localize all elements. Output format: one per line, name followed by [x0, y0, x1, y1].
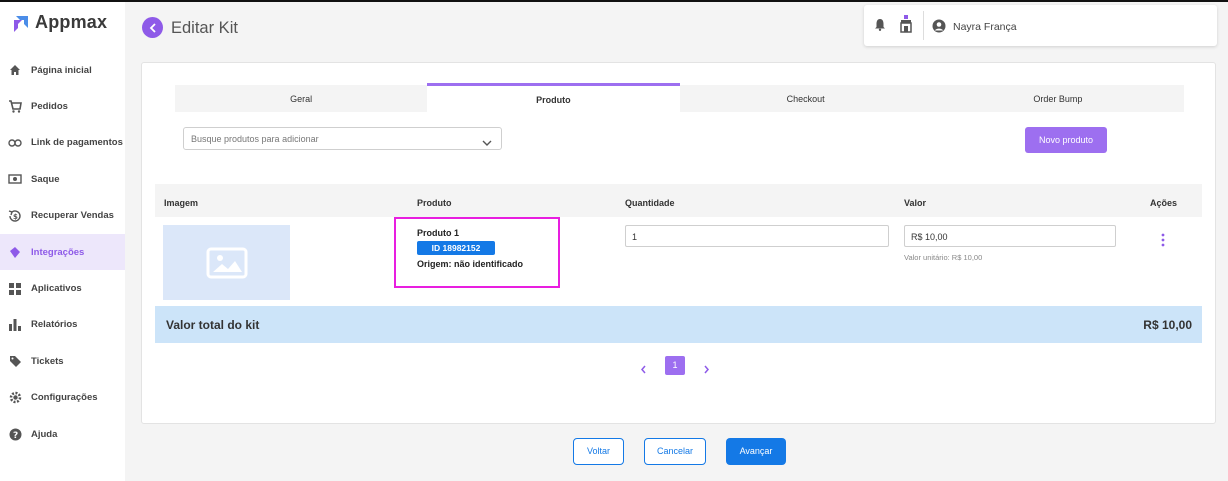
- bar-chart-icon: [8, 318, 22, 332]
- user-toolbar: Nayra França: [864, 5, 1217, 46]
- gear-icon: [8, 391, 22, 405]
- header-quantity: Quantidade: [625, 198, 675, 208]
- sidebar-item-tickets[interactable]: Tickets: [0, 343, 125, 379]
- sidebar: Appmax Página inicial Pedidos Link de pa…: [0, 2, 125, 481]
- kit-editor-card: Geral Produto Checkout Order Bump Busque…: [141, 62, 1216, 424]
- ticket-icon: [8, 354, 22, 368]
- header-image: Imagem: [164, 198, 199, 208]
- unit-value-hint: Valor unitário: R$ 10,00: [904, 253, 983, 262]
- sidebar-item-label: Saque: [31, 173, 60, 185]
- total-label: Valor total do kit: [166, 318, 260, 332]
- sidebar-item-configuracoes[interactable]: Configurações: [0, 380, 125, 416]
- header-product: Produto: [417, 198, 452, 208]
- value-amount: R$ 10,00: [911, 232, 948, 242]
- cash-icon: [8, 172, 22, 186]
- sidebar-item-label: Configurações: [31, 392, 98, 404]
- tab-bar: Geral Produto Checkout Order Bump: [175, 83, 1184, 112]
- tab-order-bump[interactable]: Order Bump: [932, 85, 1184, 112]
- sidebar-item-label: Integrações: [31, 246, 85, 258]
- search-placeholder: Busque produtos para adicionar: [191, 134, 319, 144]
- highlight-box: [394, 217, 560, 288]
- back-footer-button[interactable]: Voltar: [573, 438, 624, 465]
- svg-text:$: $: [13, 213, 18, 221]
- total-value: R$ 10,00: [1143, 318, 1192, 332]
- sidebar-item-pagina-inicial[interactable]: Página inicial: [0, 52, 125, 88]
- store-icon[interactable]: [900, 15, 912, 39]
- sidebar-item-label: Relatórios: [31, 319, 78, 331]
- tab-checkout[interactable]: Checkout: [680, 85, 932, 112]
- sidebar-item-label: Link de pagamentos: [31, 137, 123, 149]
- image-icon: [206, 247, 247, 278]
- header-actions: Ações: [1150, 198, 1178, 208]
- quantity-input[interactable]: 1: [625, 225, 889, 247]
- svg-text:?: ?: [13, 431, 18, 441]
- avatar-icon[interactable]: [932, 19, 946, 38]
- tab-geral[interactable]: Geral: [175, 85, 427, 112]
- sidebar-item-label: Página inicial: [31, 64, 92, 76]
- cancel-button[interactable]: Cancelar: [644, 438, 706, 465]
- user-name[interactable]: Nayra França: [953, 21, 1017, 33]
- divider: [923, 11, 924, 40]
- sidebar-item-label: Ajuda: [31, 428, 58, 440]
- kit-total-bar: Valor total do kit R$ 10,00: [155, 306, 1202, 343]
- back-button[interactable]: [142, 17, 163, 38]
- home-icon: [8, 63, 22, 77]
- bell-icon[interactable]: [874, 18, 886, 36]
- product-search-select[interactable]: Busque produtos para adicionar: [183, 127, 502, 150]
- new-product-button[interactable]: Novo produto: [1025, 127, 1107, 153]
- sidebar-item-recuperar-vendas[interactable]: $ Recuperar Vendas: [0, 198, 125, 234]
- help-icon: ?: [8, 427, 22, 441]
- link-icon: [8, 136, 22, 150]
- sidebar-item-aplicativos[interactable]: Aplicativos: [0, 270, 125, 306]
- page-title: Editar Kit: [171, 19, 238, 37]
- cart-icon: [8, 100, 22, 114]
- puzzle-icon: [8, 245, 22, 259]
- sidebar-item-label: Tickets: [31, 355, 64, 367]
- tab-produto[interactable]: Produto: [427, 83, 680, 112]
- chevron-down-icon: [482, 134, 492, 152]
- sidebar-item-relatorios[interactable]: Relatórios: [0, 307, 125, 343]
- sidebar-item-label: Pedidos: [31, 101, 68, 113]
- pagination-next-icon[interactable]: [703, 361, 710, 379]
- table-header: Imagem Produto Quantidade Valor Ações: [155, 184, 1202, 217]
- quantity-value: 1: [632, 232, 638, 242]
- pagination-page[interactable]: 1: [665, 356, 685, 375]
- chevron-left-icon: [149, 22, 156, 33]
- app-name: Appmax: [35, 12, 108, 32]
- sidebar-item-pedidos[interactable]: Pedidos: [0, 88, 125, 124]
- appmax-logo-icon: [12, 14, 30, 32]
- sidebar-item-integracoes[interactable]: Integrações: [0, 233, 125, 271]
- pagination-prev-icon[interactable]: [640, 361, 647, 379]
- recover-icon: $: [8, 209, 22, 223]
- app-logo[interactable]: Appmax: [12, 12, 107, 33]
- sidebar-item-label: Aplicativos: [31, 283, 82, 295]
- sidebar-item-label: Recuperar Vendas: [31, 210, 114, 222]
- apps-icon: [8, 282, 22, 296]
- sidebar-item-saque[interactable]: Saque: [0, 161, 125, 197]
- sidebar-nav: Página inicial Pedidos Link de pagamento…: [0, 52, 125, 452]
- sidebar-item-ajuda[interactable]: ? Ajuda: [0, 416, 125, 452]
- sidebar-item-link-pagamentos[interactable]: Link de pagamentos: [0, 125, 125, 161]
- header-value: Valor: [904, 198, 927, 208]
- product-image-placeholder: [163, 225, 290, 300]
- value-input[interactable]: R$ 10,00: [904, 225, 1116, 247]
- next-button[interactable]: Avançar: [726, 438, 786, 465]
- more-actions-icon[interactable]: [1160, 233, 1166, 247]
